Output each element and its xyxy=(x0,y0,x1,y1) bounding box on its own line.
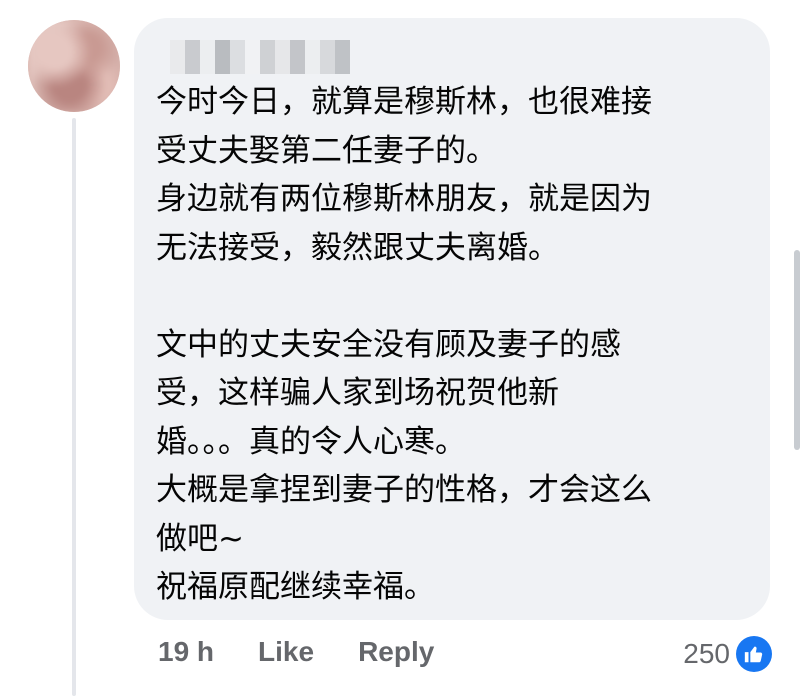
comment-blank-line xyxy=(156,272,756,321)
reaction-count: 250 xyxy=(683,638,730,669)
like-button[interactable]: Like xyxy=(258,636,314,668)
avatar[interactable] xyxy=(28,20,120,112)
avatar-image-blurred xyxy=(28,20,120,112)
thread-line xyxy=(72,118,76,696)
scrollbar[interactable] xyxy=(794,250,800,450)
thumbs-up-icon xyxy=(736,636,772,672)
comment-line: 祝福原配继续幸福。 xyxy=(156,569,435,605)
comment-line: 身边就有两位穆斯林朋友，就是因为 xyxy=(156,181,652,217)
reply-button[interactable]: Reply xyxy=(358,636,434,668)
comment-line: 大概是拿捏到妻子的性格，才会这么 xyxy=(156,472,652,508)
reaction-summary[interactable]: 250 xyxy=(683,636,772,672)
comment-text: 今时今日，就算是穆斯林，也很难接 受丈夫娶第二任妻子的。 身边就有两位穆斯林朋友… xyxy=(156,78,756,612)
author-name-redacted[interactable] xyxy=(170,40,350,74)
comment-line: 婚。。。真的令人心寒。 xyxy=(156,423,466,460)
timestamp[interactable]: 19 h xyxy=(158,636,214,668)
comment-line: 做吧~ xyxy=(156,520,244,557)
comment-line: 无法接受，毅然跟丈夫离婚。 xyxy=(156,229,559,266)
comment-line: 今时今日，就算是穆斯林，也很难接 xyxy=(156,84,652,120)
comment-thread: 今时今日，就算是穆斯林，也很难接 受丈夫娶第二任妻子的。 身边就有两位穆斯林朋友… xyxy=(0,0,800,696)
comment-actions: 19 h Like Reply xyxy=(158,636,434,668)
comment-line: 受丈夫娶第二任妻子的。 xyxy=(156,132,497,169)
comment-line: 文中的丈夫安全没有顾及妻子的感 xyxy=(156,326,621,363)
comment-line: 受，这样骗人家到场祝贺他新 xyxy=(156,375,559,411)
